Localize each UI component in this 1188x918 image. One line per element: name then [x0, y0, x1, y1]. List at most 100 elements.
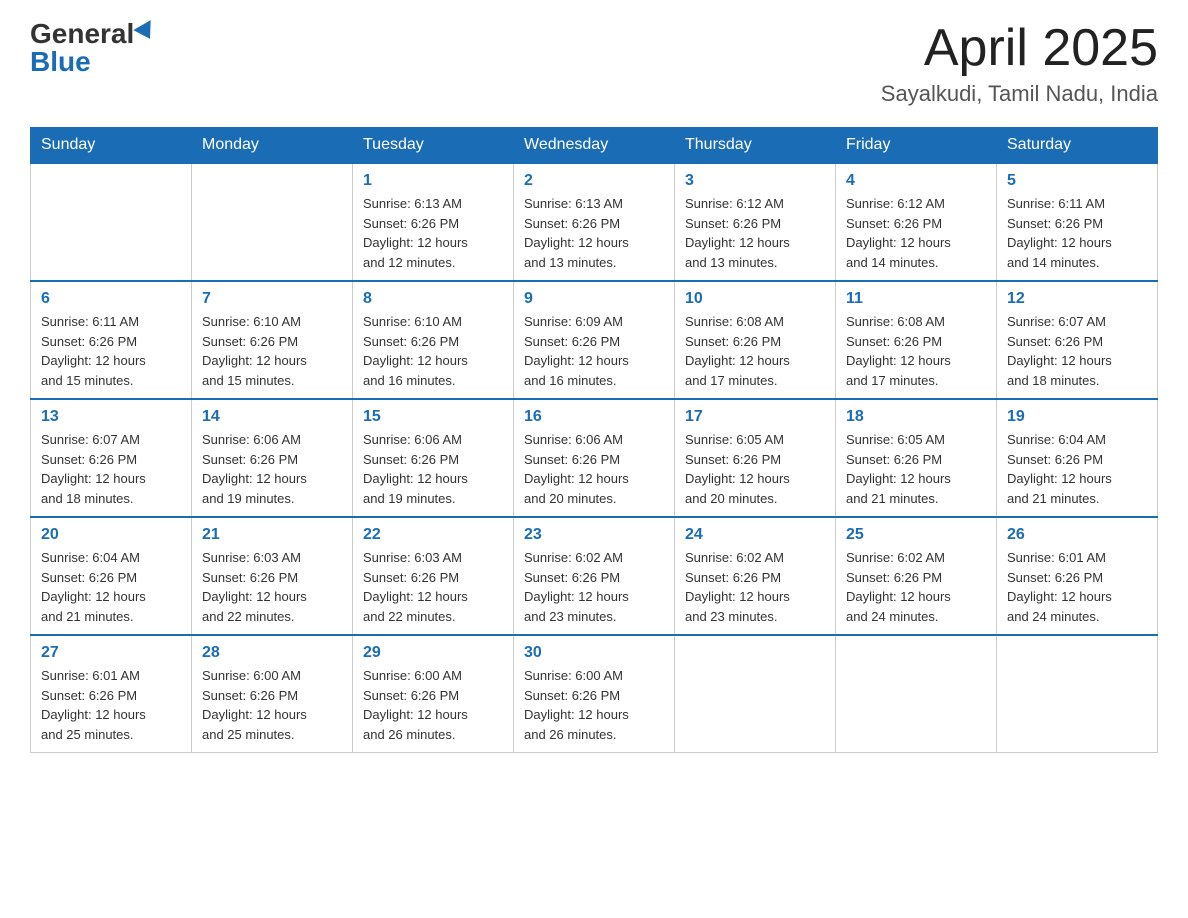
- day-info: Sunrise: 6:06 AMSunset: 6:26 PMDaylight:…: [524, 432, 629, 506]
- day-number: 10: [685, 290, 825, 308]
- calendar-header-row: Sunday Monday Tuesday Wednesday Thursday…: [31, 128, 1158, 164]
- col-sunday: Sunday: [31, 128, 192, 164]
- day-info: Sunrise: 6:04 AMSunset: 6:26 PMDaylight:…: [1007, 432, 1112, 506]
- calendar-day-cell: 3Sunrise: 6:12 AMSunset: 6:26 PMDaylight…: [675, 163, 836, 281]
- day-number: 24: [685, 526, 825, 544]
- calendar-day-cell: 21 Sunrise: 6:03 AMSunset: 6:26 PMDayligh…: [192, 517, 353, 635]
- calendar-day-cell: 13 Sunrise: 6:07 AMSunset: 6:26 PMDayligh…: [31, 399, 192, 517]
- page-header: General Blue April 2025 Sayalkudi, Tamil…: [30, 20, 1158, 107]
- calendar-day-cell: 25 Sunrise: 6:02 AMSunset: 6:26 PMDayligh…: [836, 517, 997, 635]
- day-number: 18: [846, 408, 986, 426]
- calendar-day-cell: 1 Sunrise: 6:13 AMSunset: 6:26 PMDaylight…: [353, 163, 514, 281]
- day-info: Sunrise: 6:02 AMSunset: 6:26 PMDaylight:…: [846, 550, 951, 624]
- col-tuesday: Tuesday: [353, 128, 514, 164]
- day-info: Sunrise: 6:10 AMSunset: 6:26 PMDaylight:…: [202, 314, 307, 388]
- day-info: Sunrise: 6:08 AMSunset: 6:26 PMDaylight:…: [846, 314, 951, 388]
- day-info: Sunrise: 6:07 AMSunset: 6:26 PMDaylight:…: [41, 432, 146, 506]
- calendar-week-row: 1 Sunrise: 6:13 AMSunset: 6:26 PMDaylight…: [31, 163, 1158, 281]
- day-number: 15: [363, 408, 503, 426]
- page-title: April 2025: [881, 20, 1158, 77]
- calendar-day-cell: 29 Sunrise: 6:00 AMSunset: 6:26 PMDayligh…: [353, 635, 514, 753]
- day-info: Sunrise: 6:01 AMSunset: 6:26 PMDaylight:…: [1007, 550, 1112, 624]
- col-friday: Friday: [836, 128, 997, 164]
- day-number: 7: [202, 290, 342, 308]
- day-info: Sunrise: 6:08 AMSunset: 6:26 PMDaylight:…: [685, 314, 790, 388]
- calendar-day-cell: 2 Sunrise: 6:13 AMSunset: 6:26 PMDaylight…: [514, 163, 675, 281]
- day-number: 13: [41, 408, 181, 426]
- day-info: Sunrise: 6:00 AMSunset: 6:26 PMDaylight:…: [524, 668, 629, 742]
- day-number: 1: [363, 172, 503, 190]
- title-block: April 2025 Sayalkudi, Tamil Nadu, India: [881, 20, 1158, 107]
- day-info: Sunrise: 6:06 AMSunset: 6:26 PMDaylight:…: [363, 432, 468, 506]
- calendar-day-cell: 9 Sunrise: 6:09 AMSunset: 6:26 PMDaylight…: [514, 281, 675, 399]
- day-info: Sunrise: 6:03 AMSunset: 6:26 PMDaylight:…: [202, 550, 307, 624]
- calendar-day-cell: 23 Sunrise: 6:02 AMSunset: 6:26 PMDayligh…: [514, 517, 675, 635]
- day-info: Sunrise: 6:12 AMSunset: 6:26 PMDaylight:…: [846, 196, 951, 270]
- calendar-day-cell: 20 Sunrise: 6:04 AMSunset: 6:26 PMDayligh…: [31, 517, 192, 635]
- calendar-day-cell: 22 Sunrise: 6:03 AMSunset: 6:26 PMDayligh…: [353, 517, 514, 635]
- day-number: 12: [1007, 290, 1147, 308]
- logo-blue-text: Blue: [30, 48, 91, 76]
- day-number: 11: [846, 290, 986, 308]
- day-info: Sunrise: 6:00 AMSunset: 6:26 PMDaylight:…: [202, 668, 307, 742]
- day-info: Sunrise: 6:13 AMSunset: 6:26 PMDaylight:…: [363, 196, 468, 270]
- calendar-week-row: 27 Sunrise: 6:01 AMSunset: 6:26 PMDayligh…: [31, 635, 1158, 753]
- calendar-day-cell: [836, 635, 997, 753]
- calendar-table: Sunday Monday Tuesday Wednesday Thursday…: [30, 127, 1158, 753]
- calendar-week-row: 20 Sunrise: 6:04 AMSunset: 6:26 PMDayligh…: [31, 517, 1158, 635]
- day-number: 4: [846, 172, 986, 190]
- day-info: Sunrise: 6:03 AMSunset: 6:26 PMDaylight:…: [363, 550, 468, 624]
- day-info: Sunrise: 6:09 AMSunset: 6:26 PMDaylight:…: [524, 314, 629, 388]
- calendar-day-cell: [997, 635, 1158, 753]
- calendar-week-row: 13 Sunrise: 6:07 AMSunset: 6:26 PMDayligh…: [31, 399, 1158, 517]
- day-info: Sunrise: 6:10 AMSunset: 6:26 PMDaylight:…: [363, 314, 468, 388]
- calendar-day-cell: [31, 163, 192, 281]
- calendar-day-cell: 30 Sunrise: 6:00 AMSunset: 6:26 PMDayligh…: [514, 635, 675, 753]
- calendar-day-cell: 16 Sunrise: 6:06 AMSunset: 6:26 PMDayligh…: [514, 399, 675, 517]
- calendar-day-cell: 7 Sunrise: 6:10 AMSunset: 6:26 PMDaylight…: [192, 281, 353, 399]
- day-number: 26: [1007, 526, 1147, 544]
- day-number: 14: [202, 408, 342, 426]
- calendar-day-cell: 12 Sunrise: 6:07 AMSunset: 6:26 PMDayligh…: [997, 281, 1158, 399]
- day-number: 16: [524, 408, 664, 426]
- col-monday: Monday: [192, 128, 353, 164]
- day-number: 3: [685, 172, 825, 190]
- col-thursday: Thursday: [675, 128, 836, 164]
- day-number: 2: [524, 172, 664, 190]
- day-info: Sunrise: 6:13 AMSunset: 6:26 PMDaylight:…: [524, 196, 629, 270]
- col-saturday: Saturday: [997, 128, 1158, 164]
- day-info: Sunrise: 6:06 AMSunset: 6:26 PMDaylight:…: [202, 432, 307, 506]
- calendar-day-cell: [192, 163, 353, 281]
- day-number: 29: [363, 644, 503, 662]
- day-number: 22: [363, 526, 503, 544]
- logo-general-text: General: [30, 20, 134, 48]
- logo: General Blue: [30, 20, 156, 76]
- calendar-day-cell: 10 Sunrise: 6:08 AMSunset: 6:26 PMDayligh…: [675, 281, 836, 399]
- day-number: 23: [524, 526, 664, 544]
- day-number: 19: [1007, 408, 1147, 426]
- day-number: 5: [1007, 172, 1147, 190]
- day-info: Sunrise: 6:00 AMSunset: 6:26 PMDaylight:…: [363, 668, 468, 742]
- calendar-day-cell: 26 Sunrise: 6:01 AMSunset: 6:26 PMDayligh…: [997, 517, 1158, 635]
- calendar-day-cell: 14 Sunrise: 6:06 AMSunset: 6:26 PMDayligh…: [192, 399, 353, 517]
- calendar-week-row: 6Sunrise: 6:11 AMSunset: 6:26 PMDaylight…: [31, 281, 1158, 399]
- day-number: 17: [685, 408, 825, 426]
- day-number: 27: [41, 644, 181, 662]
- day-info: Sunrise: 6:11 AMSunset: 6:26 PMDaylight:…: [41, 314, 146, 388]
- day-info: Sunrise: 6:01 AMSunset: 6:26 PMDaylight:…: [41, 668, 146, 742]
- calendar-day-cell: 18 Sunrise: 6:05 AMSunset: 6:26 PMDayligh…: [836, 399, 997, 517]
- day-number: 30: [524, 644, 664, 662]
- calendar-day-cell: 4 Sunrise: 6:12 AMSunset: 6:26 PMDaylight…: [836, 163, 997, 281]
- day-info: Sunrise: 6:02 AMSunset: 6:26 PMDaylight:…: [524, 550, 629, 624]
- day-number: 9: [524, 290, 664, 308]
- day-number: 20: [41, 526, 181, 544]
- day-info: Sunrise: 6:05 AMSunset: 6:26 PMDaylight:…: [846, 432, 951, 506]
- calendar-day-cell: [675, 635, 836, 753]
- calendar-day-cell: 17Sunrise: 6:05 AMSunset: 6:26 PMDayligh…: [675, 399, 836, 517]
- day-info: Sunrise: 6:04 AMSunset: 6:26 PMDaylight:…: [41, 550, 146, 624]
- day-number: 25: [846, 526, 986, 544]
- calendar-day-cell: 27 Sunrise: 6:01 AMSunset: 6:26 PMDayligh…: [31, 635, 192, 753]
- day-info: Sunrise: 6:07 AMSunset: 6:26 PMDaylight:…: [1007, 314, 1112, 388]
- day-number: 28: [202, 644, 342, 662]
- day-number: 21: [202, 526, 342, 544]
